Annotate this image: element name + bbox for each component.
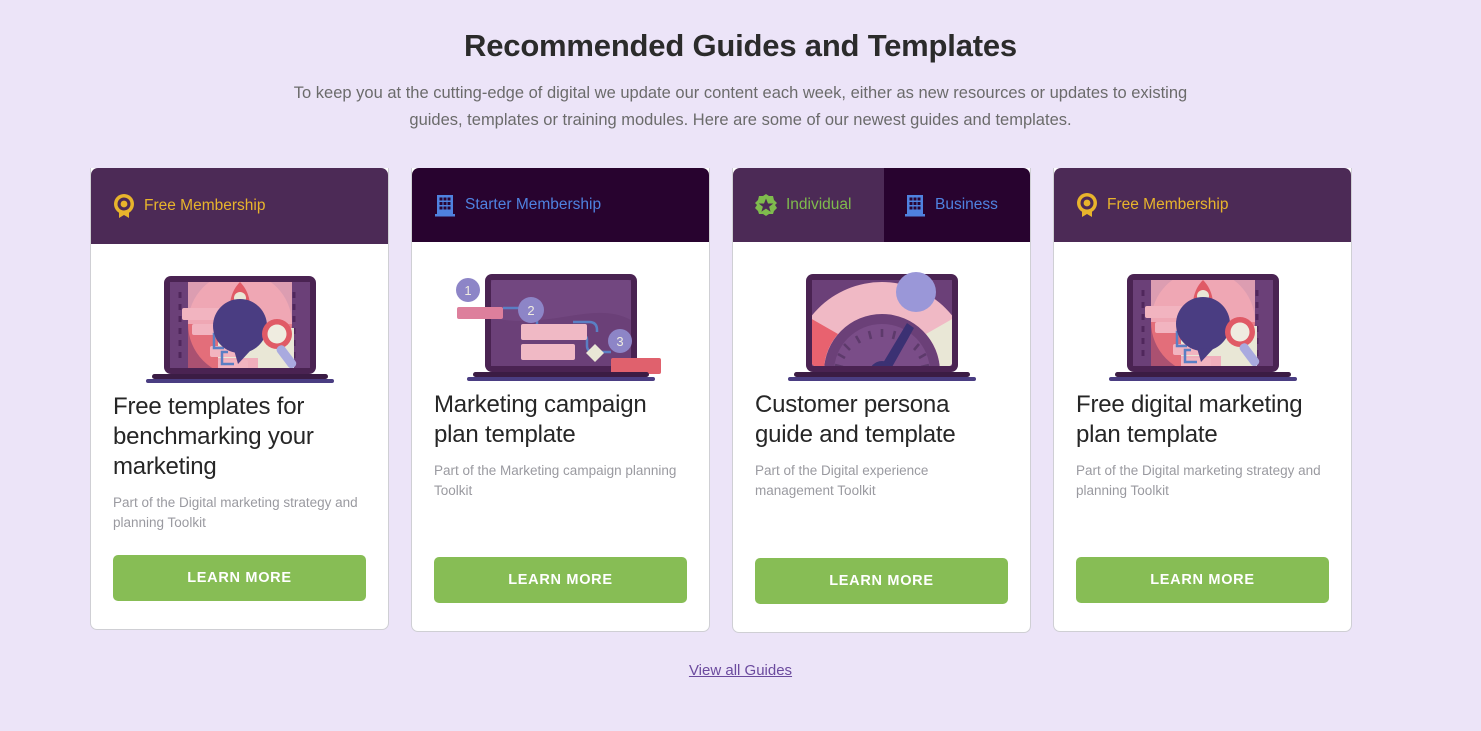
recommended-guides-section: Recommended Guides and Templates To keep…	[0, 0, 1481, 731]
card-membership-header: Starter Membership	[412, 168, 709, 242]
svg-text:2: 2	[527, 303, 534, 318]
membership-badge-label: Free Membership	[1107, 196, 1229, 213]
laptop-rocket-speech-bubble-illustration	[91, 244, 388, 392]
view-all-guides-link[interactable]: View all Guides	[689, 662, 792, 679]
membership-badge-individual[interactable]: Individual	[733, 168, 884, 242]
footer-area: View all Guides	[0, 662, 1481, 680]
membership-badge-label: Business	[935, 196, 998, 213]
guide-card[interactable]: Free Membership	[1053, 168, 1352, 632]
learn-more-button[interactable]: LEARN MORE	[1076, 557, 1329, 603]
membership-badge-starter[interactable]: Starter Membership	[412, 168, 709, 242]
card-action-area: LEARN MORE	[1076, 501, 1329, 631]
card-action-area: LEARN MORE	[755, 501, 1008, 632]
star-rosette-icon	[755, 194, 777, 216]
membership-badge-label: Free Membership	[144, 197, 266, 214]
membership-badge-business[interactable]: Business	[884, 168, 1030, 242]
card-title: Free digital marketing plan template	[1076, 391, 1303, 448]
card-body: Free templates for benchmarking your mar…	[91, 392, 388, 629]
card-title: Marketing campaign plan template	[434, 391, 647, 448]
card-body: Free digital marketing plan template Par…	[1054, 390, 1351, 631]
page-subtitle: To keep you at the cutting-edge of digit…	[293, 83, 1188, 129]
hero-block: Recommended Guides and Templates To keep…	[0, 0, 1481, 134]
card-title: Free templates for benchmarking your mar…	[113, 393, 314, 480]
guide-card[interactable]: Starter Membership 1 2 3 Marketing campa…	[411, 168, 710, 632]
award-rosette-icon	[1076, 192, 1098, 218]
laptop-flowchart-illustration: 1 2 3	[412, 242, 709, 390]
learn-more-button[interactable]: LEARN MORE	[434, 557, 687, 603]
membership-badge-free[interactable]: Free Membership	[1054, 168, 1351, 242]
building-icon	[904, 193, 926, 217]
guide-card[interactable]: Individual Business Customer persona gui…	[732, 168, 1031, 633]
card-membership-header: Free Membership	[91, 168, 388, 244]
learn-more-button[interactable]: LEARN MORE	[113, 555, 366, 601]
membership-badge-label: Starter Membership	[465, 196, 602, 213]
building-icon	[434, 193, 456, 217]
svg-text:1: 1	[464, 283, 471, 298]
page-title: Recommended Guides and Templates	[464, 28, 1017, 63]
card-subtitle: Part of the Digital marketing strategy a…	[113, 495, 358, 530]
guides-card-grid: Free Membership Free templates for bench…	[90, 168, 1391, 633]
award-rosette-icon	[113, 193, 135, 219]
laptop-speedometer-illustration	[733, 242, 1030, 390]
card-subtitle: Part of the Digital experience managemen…	[755, 463, 929, 498]
card-body: Customer persona guide and template Part…	[733, 390, 1030, 632]
card-action-area: LEARN MORE	[434, 501, 687, 631]
card-membership-header: Free Membership	[1054, 168, 1351, 242]
laptop-rocket-speech-bubble-illustration	[1054, 242, 1351, 390]
membership-badge-label: Individual	[786, 196, 852, 213]
guide-card[interactable]: Free Membership	[90, 168, 389, 630]
svg-text:3: 3	[616, 334, 623, 349]
card-body: Marketing campaign plan template Part of…	[412, 390, 709, 631]
membership-badge-free[interactable]: Free Membership	[91, 168, 388, 244]
card-subtitle: Part of the Marketing campaign planning …	[434, 463, 677, 498]
card-membership-header: Individual Business	[733, 168, 1030, 242]
learn-more-button[interactable]: LEARN MORE	[755, 558, 1008, 604]
card-subtitle: Part of the Digital marketing strategy a…	[1076, 463, 1321, 498]
card-title: Customer persona guide and template	[755, 391, 956, 448]
card-action-area: LEARN MORE	[113, 533, 366, 629]
